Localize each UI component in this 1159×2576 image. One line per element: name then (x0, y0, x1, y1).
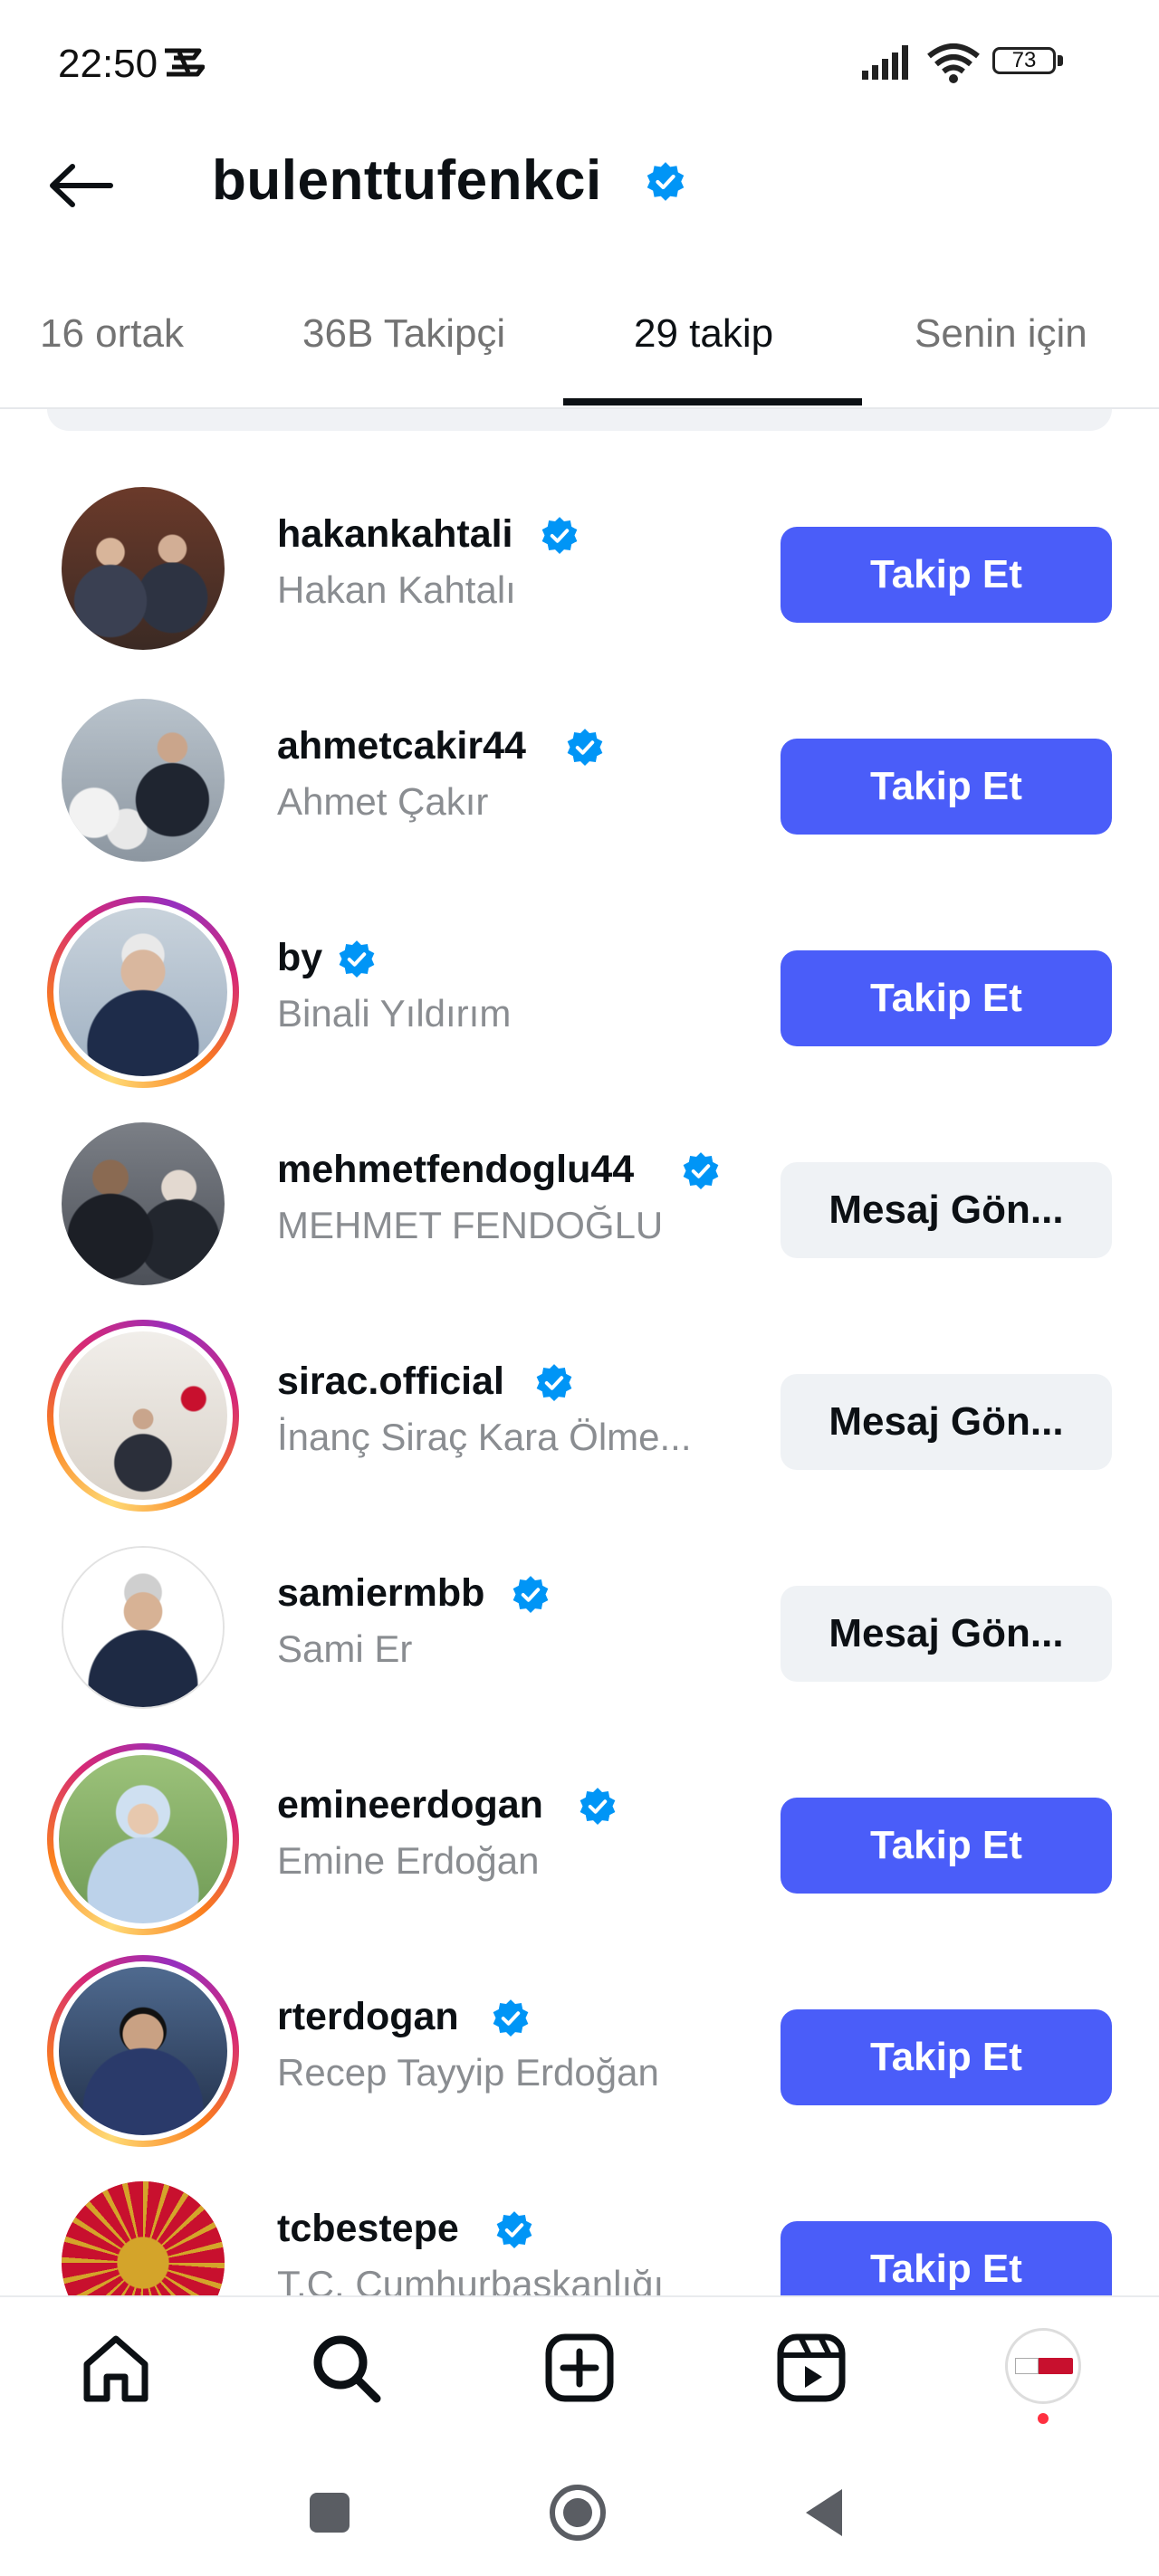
notification-dot (1038, 2413, 1049, 2424)
list-item[interactable]: sirac.official İnanç Siraç Kara Ölme... … (0, 1280, 1159, 1512)
follow-button[interactable]: Takip Et (781, 527, 1112, 623)
avatar[interactable] (62, 699, 225, 862)
username[interactable]: by (277, 936, 322, 980)
username[interactable]: tcbestepe (277, 2207, 459, 2251)
username[interactable]: sirac.official (277, 1360, 504, 1404)
list-item[interactable]: samiermbb Sami Er Mesaj Gön... (0, 1492, 1159, 1709)
verified-badge-icon (567, 729, 603, 767)
tab-followers[interactable]: 36B Takipçi (302, 311, 505, 357)
message-button[interactable]: Mesaj Gön... (781, 1586, 1112, 1682)
full-name: Hakan Kahtalı (277, 568, 516, 611)
search-icon[interactable] (308, 2330, 384, 2406)
back-triangle-icon[interactable] (793, 2480, 858, 2545)
status-time: 22:50 (58, 42, 158, 86)
wifi-icon (927, 43, 980, 83)
list-item[interactable]: rterdogan Recep Tayyip Erdoğan Takip Et (0, 1915, 1159, 2147)
status-bar: 22:50 73 (0, 0, 1159, 136)
list-item[interactable]: tcbestepe T.C. Cumhurbaşkanlığı Takip Et (0, 2127, 1159, 2295)
battery-indicator: 73 (992, 47, 1065, 78)
verified-badge-icon (647, 162, 685, 201)
tab-following[interactable]: 29 takip (634, 311, 773, 357)
avatar[interactable] (62, 1122, 225, 1285)
username[interactable]: samiermbb (277, 1571, 484, 1616)
username[interactable]: mehmetfendoglu44 (277, 1148, 634, 1192)
avatar-story-ring[interactable] (47, 1743, 239, 1935)
full-name: İnanç Siraç Kara Ölme... (277, 1416, 692, 1458)
avatar-story-ring[interactable] (47, 1320, 239, 1512)
list-item[interactable]: hakankahtali Hakan Kahtalı Takip Et (0, 433, 1159, 650)
follow-button[interactable]: Takip Et (781, 950, 1112, 1046)
clip-icon (165, 48, 205, 77)
battery-level: 73 (992, 47, 1056, 74)
follow-button[interactable]: Takip Et (781, 2221, 1112, 2295)
profile-avatar[interactable] (1005, 2328, 1081, 2404)
avatar[interactable] (62, 2181, 225, 2295)
search-bar-edge (47, 409, 1112, 431)
username[interactable]: rterdogan (277, 1995, 459, 2039)
verified-badge-icon (541, 517, 578, 555)
list-item[interactable]: emineerdogan Emine Erdoğan Takip Et (0, 1703, 1159, 1935)
avatar-story-ring[interactable] (47, 1955, 239, 2147)
verified-badge-icon (580, 1788, 616, 1826)
active-tab-indicator (563, 398, 862, 405)
full-name: T.C. Cumhurbaşkanlığı (277, 2263, 665, 2295)
tab-mutual[interactable]: 16 ortak (40, 311, 184, 357)
full-name: Sami Er (277, 1627, 413, 1670)
full-name: MEHMET FENDOĞLU (277, 1204, 664, 1246)
verified-badge-icon (536, 1364, 572, 1402)
recents-icon[interactable] (297, 2480, 362, 2545)
list-item[interactable]: mehmetfendoglu44 MEHMET FENDOĞLU Mesaj G… (0, 1068, 1159, 1285)
verified-badge-icon (493, 1999, 529, 2037)
follow-button[interactable]: Takip Et (781, 2009, 1112, 2105)
home-icon[interactable] (78, 2330, 154, 2406)
follow-button[interactable]: Takip Et (781, 1798, 1112, 1894)
verified-badge-icon (339, 940, 375, 978)
verified-badge-icon (496, 2211, 532, 2249)
avatar-story-ring[interactable] (47, 896, 239, 1088)
follow-button[interactable]: Takip Et (781, 739, 1112, 835)
home-circle-icon[interactable] (545, 2480, 610, 2545)
username[interactable]: ahmetcakir44 (277, 724, 526, 768)
message-button[interactable]: Mesaj Gön... (781, 1162, 1112, 1258)
signal-icon (862, 45, 908, 80)
list-item[interactable]: ahmetcakir44 Ahmet Çakır Takip Et (0, 644, 1159, 862)
username[interactable]: hakankahtali (277, 512, 513, 557)
full-name: Recep Tayyip Erdoğan (277, 2051, 659, 2094)
avatar[interactable] (62, 1546, 225, 1709)
back-arrow-icon[interactable] (45, 154, 118, 217)
list-item[interactable]: by Binali Yıldırım Takip Et (0, 856, 1159, 1088)
create-icon[interactable] (541, 2330, 618, 2406)
avatar[interactable] (62, 487, 225, 650)
reels-icon[interactable] (773, 2330, 849, 2406)
username[interactable]: emineerdogan (277, 1783, 543, 1827)
tab-for-you[interactable]: Senin için (915, 311, 1087, 357)
full-name: Emine Erdoğan (277, 1839, 540, 1882)
verified-badge-icon (683, 1152, 719, 1190)
full-name: Ahmet Çakır (277, 780, 489, 823)
message-button[interactable]: Mesaj Gön... (781, 1374, 1112, 1470)
page-title: bulenttufenkci (212, 149, 602, 212)
following-list[interactable]: hakankahtali Hakan Kahtalı Takip Et ahme… (0, 433, 1159, 2295)
verified-badge-icon (512, 1576, 549, 1614)
full-name: Binali Yıldırım (277, 992, 512, 1035)
